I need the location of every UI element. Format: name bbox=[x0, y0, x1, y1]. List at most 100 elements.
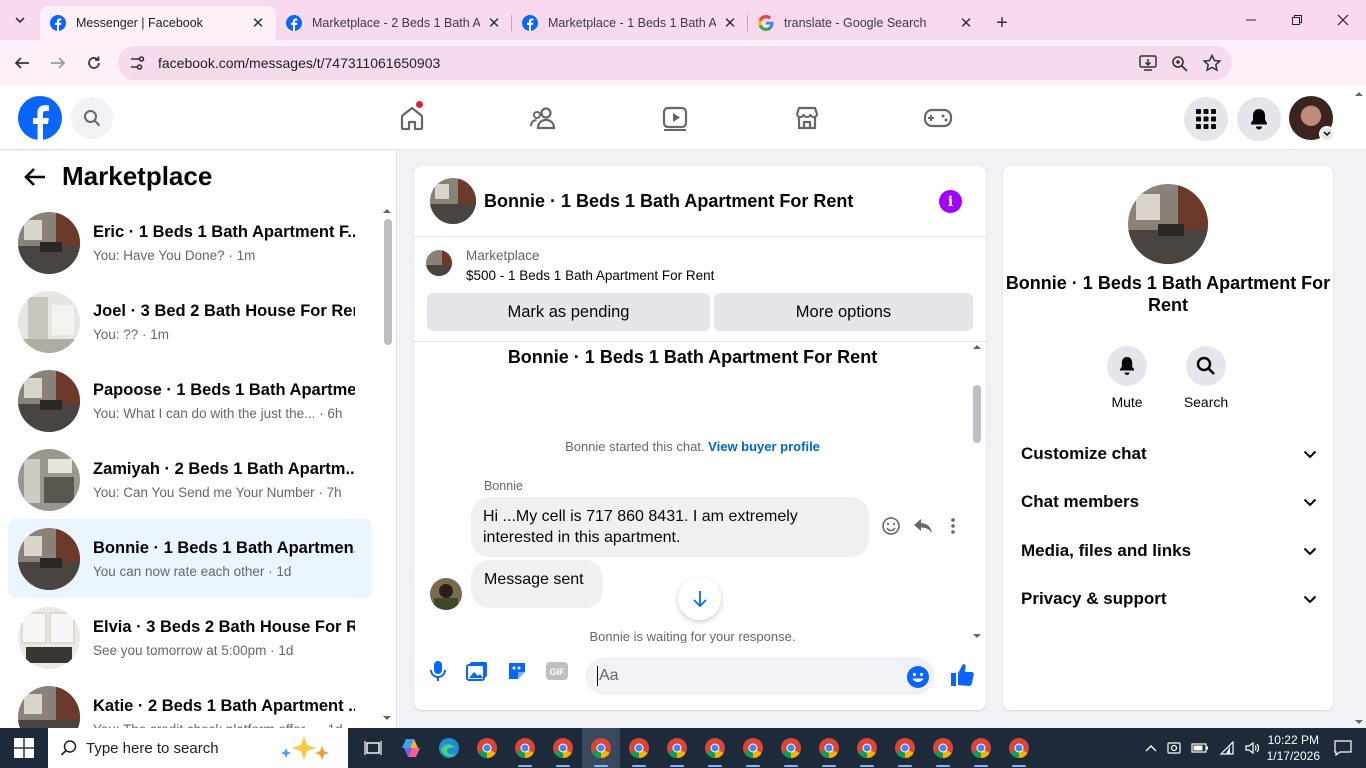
account-avatar[interactable] bbox=[1289, 96, 1335, 142]
thumbs-up-icon[interactable] bbox=[949, 662, 975, 688]
chat-item[interactable]: Zamiyah · 2 Beds 1 Bath Apartm... You: Ca… bbox=[8, 440, 372, 519]
facebook-search-icon[interactable] bbox=[71, 97, 113, 139]
close-tab-icon[interactable]: ✕ bbox=[722, 15, 738, 32]
gif-icon[interactable]: GIF bbox=[544, 658, 570, 684]
browser-tab[interactable]: Marketplace - 1 Beds 1 Bath Ap ✕ bbox=[512, 6, 748, 40]
more-options-button[interactable]: More options bbox=[714, 293, 973, 331]
message-bubble[interactable]: Message sent bbox=[471, 560, 603, 608]
chrome-icon[interactable] bbox=[924, 728, 962, 768]
sender-avatar[interactable] bbox=[430, 578, 462, 610]
chrome-icon[interactable] bbox=[696, 728, 734, 768]
chat-members-section[interactable]: Chat members bbox=[1021, 487, 1317, 517]
emoji-icon[interactable] bbox=[905, 664, 931, 690]
view-buyer-profile-link[interactable]: View buyer profile bbox=[708, 439, 820, 454]
reply-icon[interactable] bbox=[912, 515, 934, 537]
browser-tab[interactable]: Messenger | Facebook ✕ bbox=[40, 6, 276, 40]
browser-tab[interactable]: translate - Google Search ✕ bbox=[748, 6, 984, 40]
mute-button[interactable]: Mute bbox=[1097, 346, 1157, 410]
restore-icon[interactable] bbox=[1274, 0, 1320, 40]
message-input[interactable]: Aa bbox=[585, 657, 935, 695]
forward-icon[interactable] bbox=[40, 45, 76, 81]
taskbar-clock[interactable]: 10:22 PM 1/17/2026 bbox=[1267, 732, 1320, 764]
battery-icon[interactable] bbox=[1191, 742, 1209, 754]
edge-icon[interactable] bbox=[430, 728, 468, 768]
home-icon[interactable] bbox=[388, 94, 436, 142]
chrome-icon[interactable] bbox=[886, 728, 924, 768]
taskbar-search-box[interactable]: Type here to search bbox=[48, 728, 348, 768]
privacy-support-section[interactable]: Privacy & support bbox=[1021, 584, 1317, 614]
more-actions-icon[interactable] bbox=[942, 515, 964, 537]
gaming-icon[interactable] bbox=[914, 94, 962, 142]
friends-icon[interactable] bbox=[520, 94, 568, 142]
sidebar-scrollbar[interactable] bbox=[382, 207, 392, 722]
page-scrollbar[interactable] bbox=[1352, 86, 1366, 730]
watch-video-icon[interactable] bbox=[651, 94, 699, 142]
camera-icon[interactable] bbox=[1167, 741, 1181, 755]
close-tab-icon[interactable]: ✕ bbox=[486, 15, 502, 32]
volume-icon[interactable] bbox=[1245, 741, 1261, 755]
conversation-title[interactable]: Bonnie · 1 Beds 1 Bath Apartment For Ren… bbox=[484, 191, 853, 212]
zoom-icon[interactable] bbox=[1170, 54, 1190, 72]
windows-start-icon[interactable] bbox=[0, 728, 48, 768]
react-emoji-icon[interactable] bbox=[880, 515, 902, 537]
notification-center-icon[interactable] bbox=[1334, 740, 1352, 756]
close-tab-icon[interactable]: ✕ bbox=[250, 15, 266, 32]
chat-item[interactable]: Eric · 1 Beds 1 Bath Apartment F... You: … bbox=[8, 203, 372, 282]
listing-title[interactable]: $500 - 1 Beds 1 Bath Apartment For Rent bbox=[466, 268, 714, 283]
back-icon[interactable] bbox=[4, 45, 40, 81]
customize-chat-section[interactable]: Customize chat bbox=[1021, 439, 1317, 469]
chat-item[interactable]: Papoose · 1 Beds 1 Bath Apartme... You: W… bbox=[8, 361, 372, 440]
clock-date: 1/17/2026 bbox=[1266, 749, 1320, 763]
microphone-icon[interactable] bbox=[425, 658, 451, 684]
browser-tab[interactable]: Marketplace - 2 Beds 1 Bath Ap ✕ bbox=[276, 6, 512, 40]
message-bubble[interactable]: Hi ...My cell is 717 860 8431. I am extr… bbox=[471, 497, 869, 557]
message-input-placeholder: Aa bbox=[599, 667, 619, 684]
message-scrollbar[interactable] bbox=[971, 343, 983, 640]
scroll-to-bottom-icon[interactable] bbox=[678, 577, 721, 620]
search-button[interactable]: Search bbox=[1176, 346, 1236, 410]
menu-grid-icon[interactable] bbox=[1184, 97, 1228, 141]
info-icon[interactable]: i bbox=[939, 190, 962, 213]
notifications-bell-icon[interactable] bbox=[1237, 97, 1281, 141]
back-arrow-icon[interactable] bbox=[20, 162, 50, 192]
chat-item-active[interactable]: Bonnie · 1 Beds 1 Bath Apartmen... You ca… bbox=[8, 519, 372, 598]
chat-item[interactable]: Elvia · 3 Beds 2 Bath House For R... See … bbox=[8, 598, 372, 677]
chrome-icon[interactable] bbox=[468, 728, 506, 768]
chrome-icon[interactable] bbox=[734, 728, 772, 768]
wifi-icon[interactable] bbox=[1219, 741, 1235, 755]
minimize-icon[interactable] bbox=[1228, 0, 1274, 40]
chrome-icon[interactable] bbox=[848, 728, 886, 768]
attach-photo-icon[interactable] bbox=[464, 658, 490, 684]
new-tab-icon[interactable]: + bbox=[984, 6, 1020, 40]
chrome-icon[interactable] bbox=[962, 728, 1000, 768]
copilot-icon[interactable] bbox=[392, 728, 430, 768]
media-files-links-section[interactable]: Media, files and links bbox=[1021, 536, 1317, 566]
close-window-icon[interactable] bbox=[1320, 0, 1366, 40]
reload-icon[interactable] bbox=[76, 45, 112, 81]
chrome-icon[interactable] bbox=[810, 728, 848, 768]
tab-search-icon[interactable] bbox=[0, 0, 40, 40]
facebook-logo-icon[interactable] bbox=[18, 96, 62, 140]
sender-name: Bonnie bbox=[484, 479, 523, 493]
marketplace-icon[interactable] bbox=[783, 94, 831, 142]
details-avatar[interactable] bbox=[1128, 184, 1208, 264]
chat-item[interactable]: Joel · 3 Bed 2 Bath House For Rent You: ?… bbox=[8, 282, 372, 361]
chevron-up-icon[interactable] bbox=[1145, 744, 1157, 752]
sticker-icon[interactable] bbox=[504, 658, 530, 684]
conversation-avatar[interactable] bbox=[430, 178, 476, 224]
chrome-icon[interactable] bbox=[506, 728, 544, 768]
url-bar[interactable]: facebook.com/messages/t/747311061650903 bbox=[118, 46, 1232, 80]
close-tab-icon[interactable]: ✕ bbox=[958, 15, 974, 32]
task-view-icon[interactable] bbox=[354, 728, 392, 768]
bookmark-star-icon[interactable] bbox=[1202, 54, 1222, 72]
install-app-icon[interactable] bbox=[1138, 54, 1158, 72]
chrome-icon[interactable] bbox=[658, 728, 696, 768]
site-info-icon[interactable] bbox=[128, 54, 146, 72]
mark-as-pending-button[interactable]: Mark as pending bbox=[427, 293, 710, 331]
chrome-icon[interactable] bbox=[772, 728, 810, 768]
chrome-icon[interactable] bbox=[1000, 728, 1038, 768]
chrome-icon[interactable] bbox=[620, 728, 658, 768]
chrome-icon[interactable] bbox=[544, 728, 582, 768]
chat-item[interactable]: Katie · 2 Beds 1 Bath Apartment ... You: … bbox=[8, 677, 372, 730]
chrome-icon[interactable] bbox=[582, 728, 620, 768]
